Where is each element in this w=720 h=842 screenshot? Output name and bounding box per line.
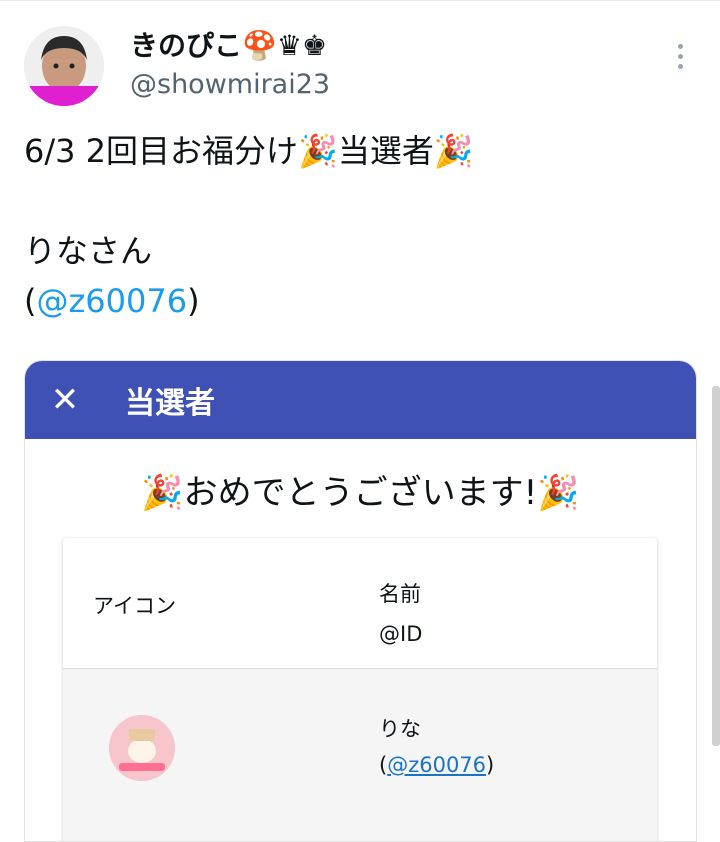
- column-name: 名前 @ID: [379, 574, 422, 654]
- card-title: 当選者: [125, 386, 215, 421]
- winner-info: りな (@z60076): [379, 711, 494, 783]
- winner-avatar[interactable]: [109, 715, 175, 781]
- congrats-text: 🎉おめでとうございます!🎉: [141, 473, 580, 513]
- top-divider: [0, 0, 720, 1]
- winner-card: ✕ 当選者 🎉おめでとうございます!🎉 アイコン 名前 @ID りな (@z60…: [24, 360, 697, 842]
- winner-id-open: (: [379, 753, 388, 777]
- user-handle[interactable]: @showmirai23: [130, 68, 330, 102]
- tweet-spacer: [24, 176, 694, 226]
- more-icon[interactable]: [668, 44, 692, 74]
- tweet-line-1: 6/3 2回目お福分け🎉当選者🎉: [24, 132, 474, 170]
- winner-name: りな: [379, 717, 421, 741]
- winner-table: アイコン 名前 @ID りな (@z60076): [63, 538, 657, 841]
- table-row: りな (@z60076): [63, 669, 657, 841]
- display-name[interactable]: きのぴこ🍄♛♚: [130, 28, 327, 64]
- scrollbar[interactable]: [712, 386, 720, 746]
- column-icon: アイコン: [93, 594, 176, 618]
- column-id-label: @ID: [379, 622, 423, 646]
- mention-link[interactable]: @z60076: [36, 282, 187, 320]
- column-name-label: 名前: [379, 582, 421, 606]
- tweet-line-2: りなさん: [24, 232, 153, 270]
- winner-id-link[interactable]: @z60076: [387, 753, 486, 777]
- card-header: ✕ 当選者: [25, 361, 696, 439]
- table-header: アイコン 名前 @ID: [63, 538, 657, 669]
- mention-open: (: [24, 282, 37, 320]
- winner-id-line: (@z60076): [379, 747, 494, 783]
- tweet-line-3: (@z60076): [24, 276, 694, 326]
- winner-id-close: ): [486, 753, 495, 777]
- close-icon[interactable]: ✕: [25, 380, 105, 420]
- mention-close: ): [187, 282, 200, 320]
- avatar[interactable]: [24, 26, 104, 106]
- tweet-text: 6/3 2回目お福分け🎉当選者🎉 りなさん (@z60076): [24, 126, 694, 326]
